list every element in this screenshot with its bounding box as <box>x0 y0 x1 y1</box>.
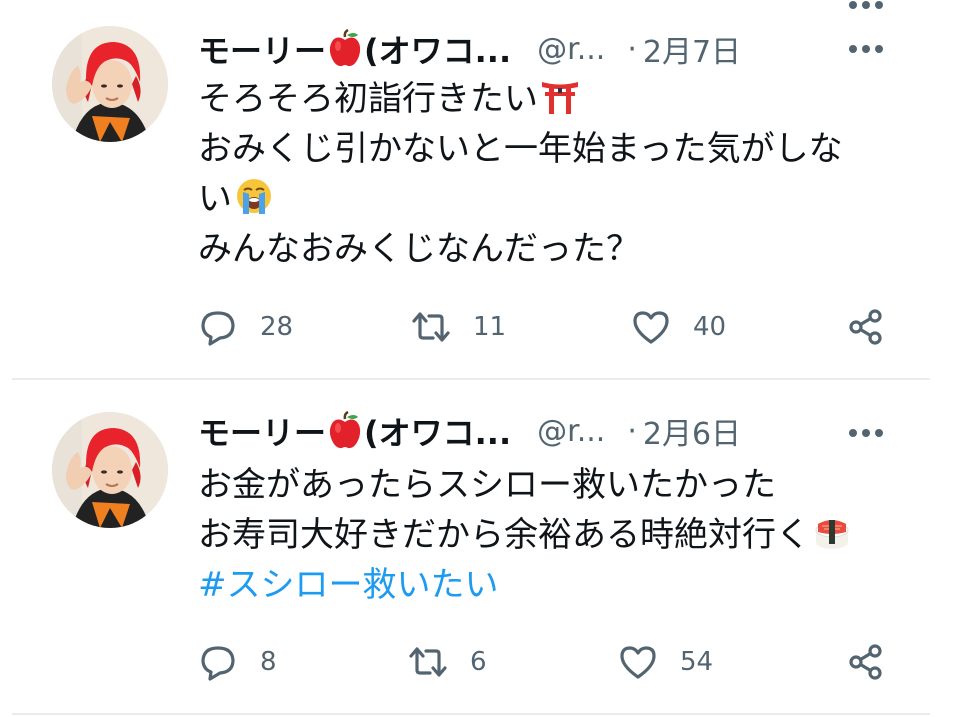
hashtag-link[interactable]: #スシロー救いたい <box>198 560 898 610</box>
tweet-text-line: お寿司大好きだから余裕ある時絶対行く <box>198 510 898 560</box>
retweet-count: 6 <box>470 647 487 677</box>
tweet-text-segment: お寿司大好きだから余裕ある時絶対行く <box>198 515 810 555</box>
like-count: 40 <box>693 312 727 342</box>
separator-dot: · <box>627 413 637 449</box>
tweet-text-line: みんなおみくじなんだった？ <box>198 229 640 269</box>
tweet-divider <box>12 713 930 715</box>
retweet-button[interactable]: 6 <box>408 637 487 687</box>
reply-icon <box>198 307 238 347</box>
like-button[interactable]: 40 <box>631 302 726 352</box>
tweet-text-line: そろそろ初詣行きたい <box>198 74 898 124</box>
avatar[interactable] <box>52 26 168 142</box>
user-handle[interactable]: @r... <box>537 414 605 449</box>
display-name-tail[interactable]: (オワコ... <box>364 26 511 72</box>
separator-dot: · <box>627 31 637 67</box>
reply-button[interactable]: 8 <box>198 637 277 687</box>
reply-icon <box>198 642 238 682</box>
reply-count: 8 <box>260 647 277 677</box>
red-apple-icon <box>328 411 362 451</box>
tweet-header: モーリー (オワコ... @r... · 2月7日 <box>198 24 898 74</box>
tweet[interactable]: モーリー (オワコ... @r... · 2月6日 お金があったらスシロー救いた… <box>0 382 958 717</box>
tweet-text-segment: そろそろ初詣行きたい <box>198 79 538 119</box>
avatar[interactable] <box>52 412 168 528</box>
more-options-icon[interactable] <box>848 44 884 54</box>
tweet-text-line: い <box>198 174 898 224</box>
sushi-icon <box>812 512 852 552</box>
reply-button[interactable]: 28 <box>198 302 293 352</box>
shinto-shrine-icon <box>540 76 580 116</box>
user-handle[interactable]: @r... <box>537 32 605 67</box>
display-name[interactable]: モーリー <box>198 408 326 454</box>
tweet-date[interactable]: 2月6日 <box>643 409 741 453</box>
retweet-button[interactable]: 11 <box>411 302 506 352</box>
tweet-actions: 28 11 40 <box>198 302 898 352</box>
display-name[interactable]: モーリー <box>198 26 326 72</box>
red-apple-icon <box>328 29 362 69</box>
share-icon <box>846 307 886 347</box>
like-count: 54 <box>680 647 714 677</box>
heart-icon <box>618 642 658 682</box>
display-name-tail[interactable]: (オワコ... <box>364 408 511 454</box>
more-options-icon[interactable] <box>848 428 884 438</box>
like-button[interactable]: 54 <box>618 637 713 687</box>
tweet-text-segment: い <box>198 179 232 219</box>
share-button[interactable] <box>846 637 886 687</box>
tweet-text-line: おみくじ引かないと一年始まった気がしな <box>198 129 843 169</box>
tweet-date[interactable]: 2月7日 <box>643 27 741 71</box>
tweet-text-line: お金があったらスシロー救いたかった <box>198 465 776 505</box>
retweet-icon <box>408 642 448 682</box>
heart-icon <box>631 307 671 347</box>
tweet[interactable]: モーリー (オワコ... @r... · 2月7日 そろそろ初詣行きたい おみく… <box>0 0 958 380</box>
share-button[interactable] <box>846 302 886 352</box>
share-icon <box>846 642 886 682</box>
tweet-divider <box>12 378 930 380</box>
tweet-text: お金があったらスシロー救いたかった お寿司大好きだから余裕ある時絶対行く #スシ… <box>198 460 898 610</box>
more-options-icon[interactable] <box>848 0 884 10</box>
loudly-crying-face-icon <box>234 176 274 216</box>
retweet-icon <box>411 307 451 347</box>
tweet-actions: 8 6 54 <box>198 637 898 687</box>
retweet-count: 11 <box>473 312 507 342</box>
reply-count: 28 <box>260 312 294 342</box>
tweet-text: そろそろ初詣行きたい おみくじ引かないと一年始まった気がしな い みんなおみくじ… <box>198 74 898 274</box>
tweet-header: モーリー (オワコ... @r... · 2月6日 <box>198 406 898 456</box>
